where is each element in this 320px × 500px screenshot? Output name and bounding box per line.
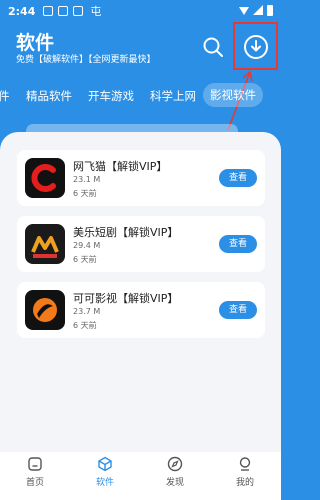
app-name: 可可影视【解锁VIP】 — [73, 292, 179, 305]
nav-software[interactable]: 软件 — [85, 456, 125, 488]
tab-software[interactable]: 件 — [0, 88, 10, 104]
status-indicators — [239, 5, 273, 16]
notification-icon — [73, 6, 84, 16]
app-size: 23.7 M — [73, 307, 101, 316]
bottom-nav: 首页 软件 发现 我的 — [0, 452, 281, 500]
view-button[interactable]: 查看 — [219, 235, 257, 253]
category-tabs: 件 精品软件 开车游戏 科学上网 影视软件 — [0, 82, 281, 110]
app-card[interactable]: 可可影视【解锁VIP】 23.7 M 6 天前 查看 — [17, 282, 265, 338]
nav-label: 软件 — [95, 478, 114, 488]
status-glyph: 屯 — [90, 5, 102, 18]
nav-label: 首页 — [25, 478, 44, 488]
app-size: 29.4 M — [73, 241, 101, 250]
status-bar: 2:44 屯 — [0, 0, 281, 22]
view-button[interactable]: 查看 — [219, 169, 257, 187]
app-name: 网飞猫【解锁VIP】 — [73, 160, 168, 173]
page-subtitle: 免费【破解软件】【全网更新最快】 — [16, 55, 156, 65]
wifi-icon — [239, 7, 249, 15]
tab-vpn[interactable]: 科学上网 — [150, 88, 196, 104]
search-icon[interactable] — [202, 36, 224, 58]
nav-label: 发现 — [165, 478, 184, 488]
nav-profile[interactable]: 我的 — [225, 456, 265, 488]
app-icon — [25, 158, 65, 198]
nav-discover[interactable]: 发现 — [155, 456, 195, 488]
app-name: 美乐短剧【解锁VIP】 — [73, 226, 179, 239]
app-icon — [25, 290, 65, 330]
tab-games[interactable]: 开车游戏 — [88, 88, 134, 104]
tab-premium-software[interactable]: 精品软件 — [26, 88, 72, 104]
app-time: 6 天前 — [73, 321, 97, 330]
user-icon — [239, 457, 251, 471]
app-icon — [25, 224, 65, 264]
notification-icon — [43, 6, 54, 16]
compass-icon — [167, 456, 183, 472]
app-list-panel: 网飞猫【解锁VIP】 23.1 M 6 天前 查看 美乐短剧【解锁VIP】 29… — [0, 132, 281, 452]
nav-home[interactable]: 首页 — [15, 456, 55, 488]
tab-video-software[interactable]: 影视软件 — [203, 83, 263, 107]
highlight-box — [233, 22, 278, 70]
page-title: 软件 — [16, 32, 55, 54]
cube-icon — [98, 456, 112, 472]
signal-icon — [253, 5, 263, 15]
nav-label: 我的 — [235, 478, 254, 488]
view-button[interactable]: 查看 — [219, 301, 257, 319]
status-time: 2:44 — [8, 4, 36, 18]
notification-icon — [58, 6, 69, 16]
app-time: 6 天前 — [73, 255, 97, 264]
home-icon — [28, 457, 42, 471]
battery-icon — [267, 5, 273, 16]
app-card[interactable]: 美乐短剧【解锁VIP】 29.4 M 6 天前 查看 — [17, 216, 265, 272]
app-size: 23.1 M — [73, 175, 101, 184]
app-time: 6 天前 — [73, 189, 97, 198]
app-card[interactable]: 网飞猫【解锁VIP】 23.1 M 6 天前 查看 — [17, 150, 265, 206]
